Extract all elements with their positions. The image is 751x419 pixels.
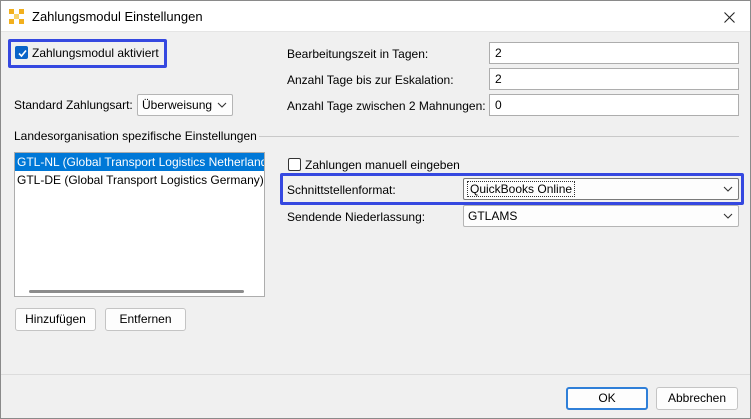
title-bar: Zahlungsmodul Einstellungen — [1, 1, 750, 32]
escalation-days-input[interactable]: 2 — [489, 68, 739, 90]
chevron-down-icon — [723, 186, 733, 192]
default-payment-select[interactable]: Überweisung — [137, 94, 233, 116]
manual-entry-checkbox[interactable] — [288, 158, 301, 171]
horizontal-scrollbar[interactable] — [29, 290, 244, 293]
add-button[interactable]: Hinzufügen — [15, 308, 96, 331]
ok-button[interactable]: OK — [566, 387, 648, 410]
app-icon — [9, 9, 24, 24]
interface-format-label: Schnittstellenformat: — [287, 183, 396, 197]
processing-days-label: Bearbeitungszeit in Tagen: — [287, 47, 429, 61]
sending-branch-value: GTLAMS — [468, 209, 518, 223]
close-button[interactable] — [718, 6, 740, 28]
section-divider — [259, 136, 739, 137]
chevron-down-icon — [723, 213, 733, 219]
reminder-days-input[interactable]: 0 — [489, 94, 739, 116]
dialog-footer: OK Abbrechen — [1, 374, 750, 418]
processing-days-input[interactable]: 2 — [489, 42, 739, 64]
sending-branch-label: Sendende Niederlassung: — [287, 210, 426, 224]
list-item[interactable]: GTL-NL (Global Transport Logistics Nethe… — [15, 153, 264, 171]
window-title: Zahlungsmodul Einstellungen — [32, 9, 203, 24]
interface-format-value: QuickBooks Online — [466, 181, 576, 197]
remove-button[interactable]: Entfernen — [105, 308, 186, 331]
module-active-checkbox[interactable] — [15, 46, 28, 59]
settings-dialog: Zahlungsmodul Einstellungen Zahlungsmodu… — [0, 0, 751, 419]
sending-branch-select[interactable]: GTLAMS — [463, 205, 739, 227]
cancel-button[interactable]: Abbrechen — [656, 387, 738, 410]
manual-entry-label[interactable]: Zahlungen manuell eingeben — [305, 158, 460, 172]
list-item[interactable]: GTL-DE (Global Transport Logistics Germa… — [15, 171, 264, 189]
checkmark-icon — [18, 49, 27, 58]
country-org-list[interactable]: GTL-NL (Global Transport Logistics Nethe… — [14, 152, 265, 297]
close-icon[interactable] — [723, 11, 735, 23]
module-active-label[interactable]: Zahlungsmodul aktiviert — [32, 46, 159, 60]
chevron-down-icon — [217, 102, 227, 108]
default-payment-label: Standard Zahlungsart: — [14, 98, 133, 112]
escalation-days-label: Anzahl Tage bis zur Eskalation: — [287, 73, 454, 87]
default-payment-value: Überweisung — [142, 98, 213, 112]
interface-format-select[interactable]: QuickBooks Online — [463, 178, 739, 200]
reminder-days-label: Anzahl Tage zwischen 2 Mahnungen: — [287, 99, 486, 113]
country-section-label: Landesorganisation spezifische Einstellu… — [14, 129, 257, 143]
